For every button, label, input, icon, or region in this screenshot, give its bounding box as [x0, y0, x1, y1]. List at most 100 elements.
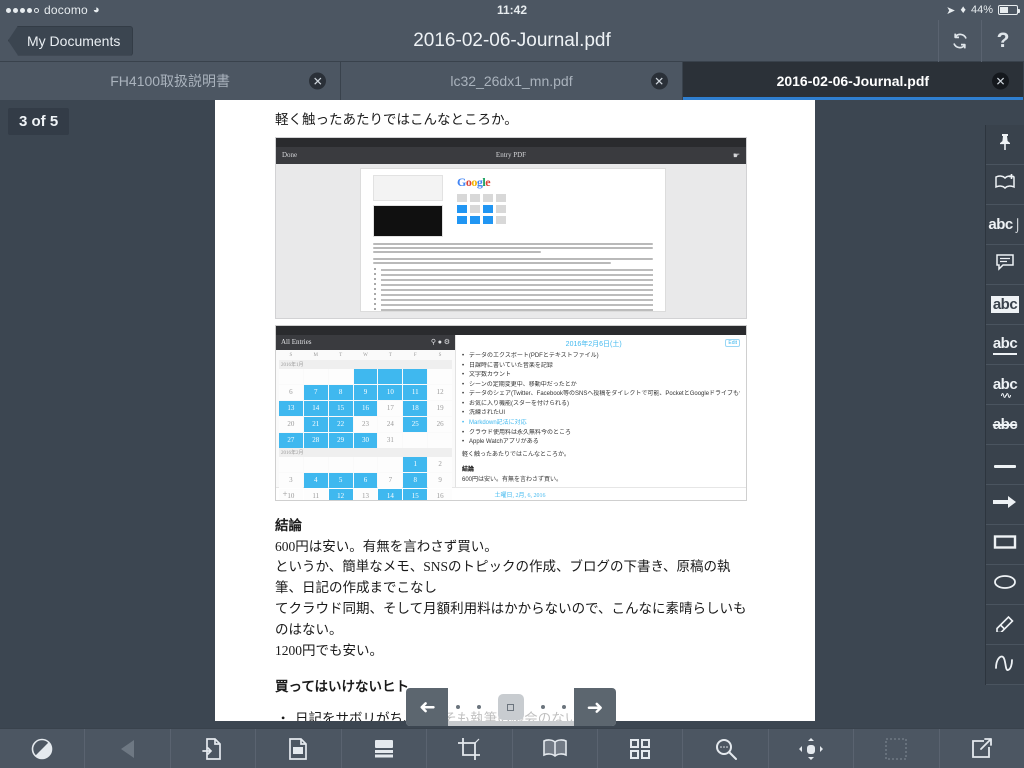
current-page-handle[interactable]	[497, 694, 524, 720]
next-page-button[interactable]: ➜	[574, 688, 616, 726]
conclusion-line-3: てクラウド同期、そして月額利用料はかからないので、こんなに素晴らしいものはない。	[275, 601, 747, 638]
list-item: 洗練されたUI	[462, 409, 740, 419]
conclusion-line-1: 600円は安い。有無を言わさず買い。	[275, 538, 498, 554]
title-bar: My Documents 2016-02-06-Journal.pdf ?	[0, 19, 1024, 62]
strikethrough-tool-button[interactable]: abc	[986, 405, 1024, 445]
reading-mode-button[interactable]	[513, 729, 598, 768]
page-dot[interactable]	[456, 705, 461, 709]
squiggly-underline-icon: abc	[993, 376, 1018, 400]
highlight-tool-button[interactable]: abc	[986, 285, 1024, 325]
ellipse-icon	[993, 574, 1017, 595]
help-button[interactable]: ?	[981, 19, 1024, 62]
share-button[interactable]	[940, 729, 1024, 768]
tab-lc32[interactable]: lc32_26dx1_mn.pdf ✕	[341, 62, 683, 100]
arrow-tool-button[interactable]	[986, 485, 1024, 525]
mini-calendar-pane: All Entries ⚲ ● ⚙ SMTWTFS 2016年1月 6 7 8 …	[276, 334, 456, 500]
note-comment-tool-button[interactable]	[986, 245, 1024, 285]
page-indicator-badge: 3 of 5	[8, 108, 70, 135]
bottom-toolbar	[0, 728, 1024, 768]
mini-sidebar-header: All Entries ⚲ ● ⚙	[276, 334, 455, 350]
line-tool-button[interactable]	[986, 445, 1024, 485]
pin-tool-button[interactable]	[986, 125, 1024, 165]
list-item: Markdown記法に対応	[462, 419, 740, 429]
list-item: お気に入り機能(スターを付けられる)	[462, 400, 740, 410]
text-cursor-icon: abc	[988, 216, 1013, 233]
freehand-tool-button[interactable]	[986, 645, 1024, 685]
eraser-tool-button[interactable]	[986, 605, 1024, 645]
sync-refresh-icon	[950, 31, 970, 51]
rectangle-tool-button[interactable]	[986, 525, 1024, 565]
mini-color-swatches	[457, 193, 506, 224]
mini-entry-date: 2016年2月6日(土)	[565, 340, 622, 348]
conclusion-line-2: というか、簡単なメモ、SNSのトピックの作成、ブログの下書き、原稿の執筆、日記の…	[275, 559, 731, 596]
move-pan-icon	[798, 737, 824, 761]
underline-tool-button[interactable]: abc	[986, 325, 1024, 365]
mini-status-bar	[276, 325, 746, 335]
tab-label: 2016-02-06-Journal.pdf	[776, 73, 930, 89]
page-insert-icon	[202, 737, 224, 761]
brightness-button[interactable]	[0, 729, 86, 768]
question-mark-icon: ?	[996, 28, 1010, 52]
mini-all-entries-label: All Entries	[281, 338, 312, 347]
strikethrough-icon: abc	[992, 416, 1018, 433]
insert-page-button[interactable]	[171, 729, 257, 768]
image-page-button[interactable]	[256, 729, 342, 768]
crop-icon	[457, 737, 481, 761]
thumbnails-button[interactable]	[598, 729, 684, 768]
open-book-icon	[542, 738, 568, 760]
split-page-button[interactable]	[342, 729, 428, 768]
magnifier-icon	[714, 737, 738, 761]
list-item: Apple Watchアプリがある	[462, 438, 740, 448]
mini-edit-button: Edit	[725, 338, 740, 347]
previous-page-button[interactable]: ➜	[406, 688, 448, 726]
tab-fh4100[interactable]: FH4100取扱説明書 ✕	[0, 62, 342, 100]
search-button[interactable]	[683, 729, 769, 768]
document-workspace: 3 of 5 軽く触ったあたりではこんなところか。 Done Entry PDF…	[0, 100, 1024, 728]
squiggle-icon	[993, 652, 1017, 677]
pan-tool-button[interactable]	[769, 729, 855, 768]
mini-conclusion-line: 600円は安い。有無を言わさず買い。	[462, 477, 563, 484]
share-export-icon	[970, 737, 994, 760]
list-item: 日課時に書いていた音楽を記録	[462, 362, 740, 372]
rectangle-icon	[993, 534, 1017, 555]
arrow-right-icon: ➜	[586, 696, 604, 719]
page-dot[interactable]	[561, 705, 566, 709]
ellipse-tool-button[interactable]	[986, 565, 1024, 605]
back-to-documents-button[interactable]: My Documents	[8, 25, 134, 56]
list-item: データのエクスポート(PDFとテキストファイル)	[462, 352, 740, 362]
sync-refresh-button[interactable]	[938, 19, 981, 62]
mini-add-row: + 土曜日, 2月, 6, 2016	[276, 486, 746, 500]
back-button[interactable]	[85, 729, 171, 768]
tab-close-icon[interactable]: ✕	[309, 72, 327, 90]
document-title: 2016-02-06-Journal.pdf	[413, 29, 611, 51]
tab-journal[interactable]: 2016-02-06-Journal.pdf ✕	[682, 62, 1024, 100]
mini-intro-line: 軽く触ったあたりではこんなところか。	[462, 451, 570, 458]
list-item: シーンの定期変更中、移動中だったとか	[462, 381, 740, 391]
list-item: 文字数カウント	[462, 371, 740, 381]
squiggly-underline-tool-button[interactable]: abc	[986, 365, 1024, 405]
conclusion-line-4: 1200円でも安い。	[275, 643, 383, 659]
mini-entry-pane: Edit 2016年2月6日(土) データのエクスポート(PDFとテキストファイ…	[456, 335, 746, 487]
mini-document-preview: Google	[360, 167, 666, 312]
tab-label: lc32_26dx1_mn.pdf	[450, 73, 573, 89]
split-page-icon	[373, 738, 395, 760]
marquee-select-icon	[884, 737, 908, 761]
conclusion-heading: 結論	[275, 517, 302, 533]
bookmark-add-tool-button[interactable]	[986, 165, 1024, 205]
eraser-icon	[994, 612, 1016, 637]
pdf-page-canvas[interactable]: 軽く触ったあたりではこんなところか。 Done Entry PDF ☛ G o …	[215, 100, 815, 721]
crop-button[interactable]	[427, 729, 513, 768]
text-cursor-tool-button[interactable]: abc ⌡	[986, 205, 1024, 245]
select-button[interactable]	[854, 729, 940, 768]
tab-close-icon[interactable]: ✕	[650, 72, 668, 90]
page-navigation-overlay[interactable]: ➜ ➜	[406, 688, 616, 726]
plus-icon: +	[282, 489, 288, 500]
arrow-left-icon: ➜	[418, 695, 436, 718]
status-bar: docomo ◕ 11:42 ➤ ♦ 44%	[0, 0, 1024, 20]
embedded-screenshot-journal: All Entries ⚲ ● ⚙ SMTWTFS 2016年1月 6 7 8 …	[275, 324, 747, 501]
page-dot[interactable]	[477, 705, 482, 709]
tab-close-icon[interactable]: ✕	[991, 72, 1009, 90]
page-dot[interactable]	[540, 705, 545, 709]
tab-bar: FH4100取扱説明書 ✕ lc32_26dx1_mn.pdf ✕ 2016-0…	[0, 62, 1024, 100]
battery-icon	[998, 5, 1020, 15]
